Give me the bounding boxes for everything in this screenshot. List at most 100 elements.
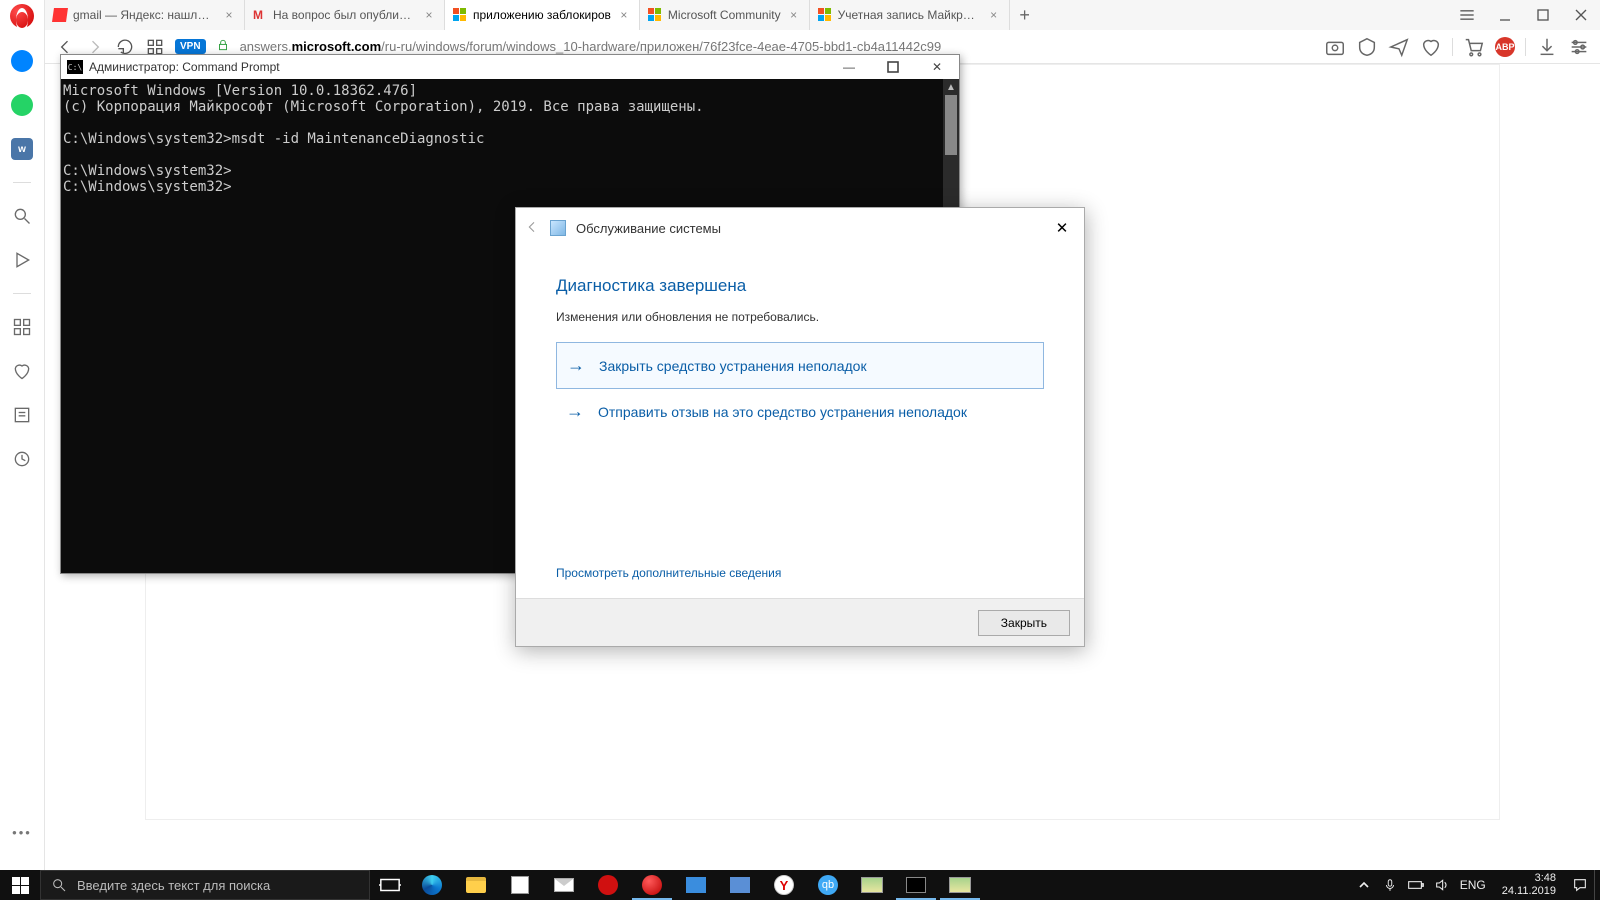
play-icon[interactable] (11, 249, 33, 271)
clock-time: 3:48 (1502, 872, 1556, 885)
cmd-titlebar[interactable]: C:\ Администратор: Command Prompt — ✕ (61, 55, 959, 79)
close-tab-icon[interactable]: × (787, 8, 801, 22)
more-icon[interactable]: ••• (12, 825, 32, 840)
scroll-up-icon[interactable]: ▲ (943, 79, 959, 95)
tray-overflow-icon[interactable] (1356, 877, 1372, 893)
maximize-button[interactable] (1524, 0, 1562, 30)
cart-icon[interactable] (1463, 36, 1485, 58)
maintenance-icon (550, 220, 566, 236)
app-notes[interactable] (718, 870, 762, 900)
messenger-icon[interactable] (11, 50, 33, 72)
battery-icon[interactable] (1408, 877, 1424, 893)
microsoft-icon (453, 8, 467, 22)
close-tab-icon[interactable]: × (987, 8, 1001, 22)
scroll-thumb[interactable] (945, 95, 957, 155)
tab-gmail[interactable]: MНа вопрос был опубликов× (245, 0, 445, 30)
heart-icon[interactable] (1420, 36, 1442, 58)
separator (1525, 38, 1526, 56)
app-yandex[interactable]: Y (762, 870, 806, 900)
maximize-button[interactable] (871, 55, 915, 79)
speed-dial-icon[interactable] (11, 316, 33, 338)
minimize-button[interactable]: — (827, 55, 871, 79)
app-photos[interactable] (850, 870, 894, 900)
mic-icon[interactable] (1382, 877, 1398, 893)
gmail-icon: M (253, 8, 267, 22)
dialog-body: Диагностика завершена Изменения или обно… (516, 248, 1084, 434)
easy-setup-icon[interactable] (1448, 0, 1486, 30)
dialog-subtext: Изменения или обновления не потребовалис… (556, 310, 1044, 324)
lock-icon[interactable] (216, 38, 230, 55)
minimize-button[interactable] (1486, 0, 1524, 30)
task-view-button[interactable] (370, 870, 410, 900)
back-icon[interactable] (524, 219, 540, 238)
close-button[interactable]: Закрыть (978, 610, 1070, 636)
close-tab-icon[interactable]: × (222, 8, 236, 22)
yandex-icon (52, 8, 68, 22)
app-cmd[interactable] (894, 870, 938, 900)
easy-setup-icon[interactable] (1568, 36, 1590, 58)
downloads-icon[interactable] (1536, 36, 1558, 58)
search-icon (51, 877, 67, 893)
vk-icon[interactable]: w (11, 138, 33, 160)
show-desktop-button[interactable] (1594, 870, 1600, 900)
app-qbittorrent[interactable]: qb (806, 870, 850, 900)
qbittorrent-icon: qb (818, 875, 838, 895)
history-icon[interactable] (11, 448, 33, 470)
app-screenshot[interactable] (674, 870, 718, 900)
view-details-link[interactable]: Просмотреть дополнительные сведения (556, 566, 781, 580)
dialog-header: Обслуживание системы ✕ (516, 208, 1084, 248)
windows-taskbar: Введите здесь текст для поиска Y qb ENG … (0, 870, 1600, 900)
app-edge[interactable] (410, 870, 454, 900)
photos-icon (861, 877, 883, 893)
volume-icon[interactable] (1434, 877, 1450, 893)
close-tab-icon[interactable]: × (422, 8, 436, 22)
heart-icon[interactable] (11, 360, 33, 382)
search-icon[interactable] (11, 205, 33, 227)
opera-window-buttons (1448, 0, 1600, 30)
tab-label: Учетная запись Майкросо (838, 8, 981, 22)
taskbar-apps: Y qb (410, 870, 982, 900)
close-button[interactable] (1562, 0, 1600, 30)
start-button[interactable] (0, 870, 40, 900)
language-indicator[interactable]: ENG (1460, 878, 1486, 892)
app-mail[interactable] (542, 870, 586, 900)
action-center-icon[interactable] (1572, 877, 1588, 893)
taskbar-clock[interactable]: 3:48 24.11.2019 (1496, 872, 1562, 898)
app-game[interactable] (586, 870, 630, 900)
lightshot-icon (686, 877, 706, 893)
news-icon[interactable] (11, 404, 33, 426)
app-explorer[interactable] (454, 870, 498, 900)
dialog-caption: Обслуживание системы (576, 221, 721, 236)
edge-icon (422, 875, 442, 895)
tab-ms-answers[interactable]: приложению заблокиров× (445, 0, 640, 30)
notes-icon (730, 877, 750, 893)
cmd-icon (906, 877, 926, 893)
send-icon[interactable] (1388, 36, 1410, 58)
whatsapp-icon[interactable] (11, 94, 33, 116)
system-tray: ENG 3:48 24.11.2019 (1350, 870, 1594, 900)
taskbar-search[interactable]: Введите здесь текст для поиска (40, 870, 370, 900)
opera-logo-icon[interactable] (10, 4, 34, 28)
mail-icon (554, 878, 574, 892)
vpn-badge[interactable]: VPN (175, 39, 206, 54)
new-tab-button[interactable]: + (1010, 0, 1040, 30)
close-button[interactable]: ✕ (915, 55, 959, 79)
snapshot-icon[interactable] (1324, 36, 1346, 58)
option-send-feedback[interactable]: → Отправить отзыв на это средство устран… (556, 389, 1044, 434)
tab-ms-community[interactable]: Microsoft Community× (640, 0, 810, 30)
option-close-troubleshooter[interactable]: → Закрыть средство устранения неполадок (556, 342, 1044, 389)
url-text[interactable]: answers.answers.microsoft.commicrosoft.c… (240, 39, 942, 54)
search-placeholder: Введите здесь текст для поиска (77, 878, 270, 893)
dialog-footer: Закрыть (516, 598, 1084, 646)
close-icon[interactable]: ✕ (1048, 214, 1076, 242)
app-image-viewer[interactable] (938, 870, 982, 900)
browser-tabstrip: gmail — Яндекс: нашлось× MНа вопрос был … (45, 0, 1600, 30)
abp-icon[interactable]: ABP (1495, 37, 1515, 57)
tab-yandex[interactable]: gmail — Яндекс: нашлось× (45, 0, 245, 30)
app-opera[interactable] (630, 870, 674, 900)
separator (13, 293, 31, 294)
app-store[interactable] (498, 870, 542, 900)
close-tab-icon[interactable]: × (617, 8, 631, 22)
tab-ms-account[interactable]: Учетная запись Майкросо × (810, 0, 1010, 30)
adblock-icon[interactable] (1356, 36, 1378, 58)
